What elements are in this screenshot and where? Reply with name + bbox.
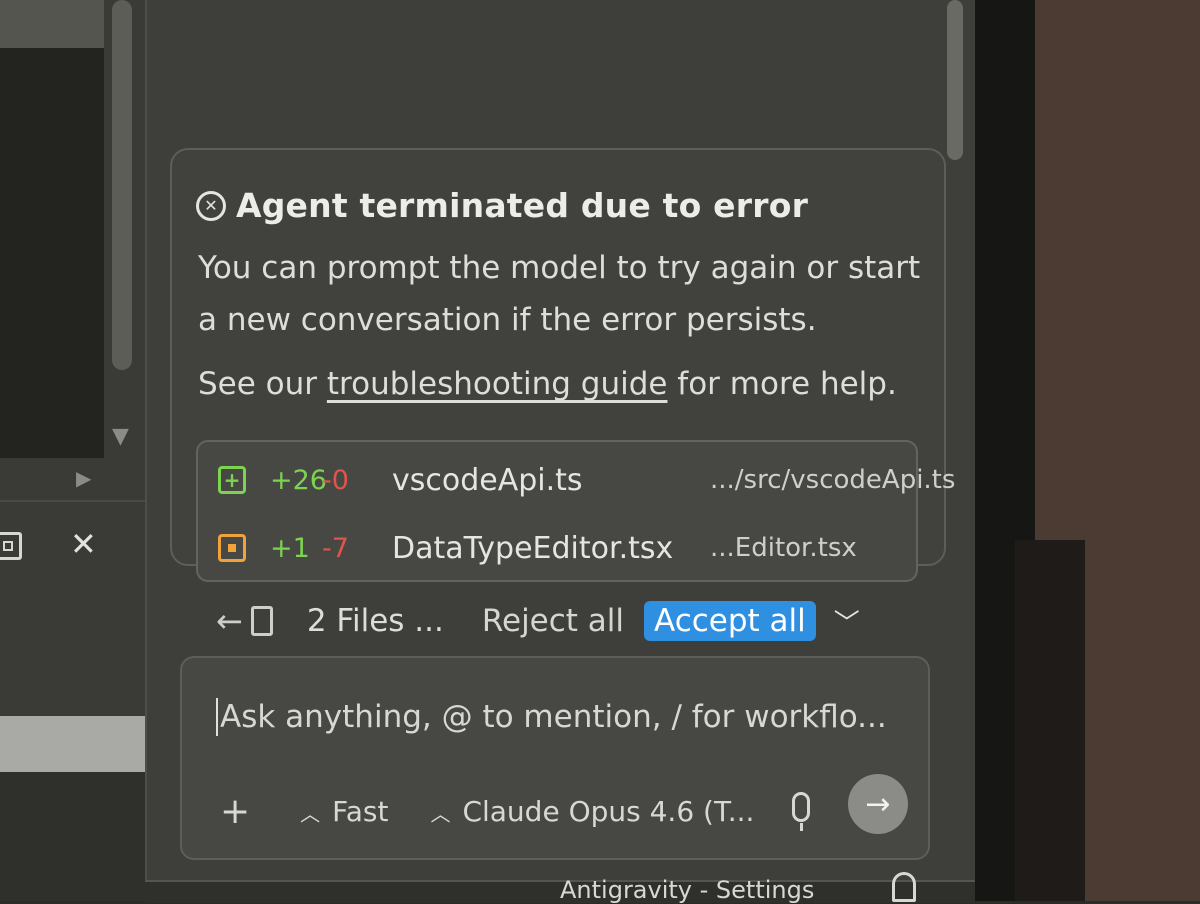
send-button[interactable]: → [848, 774, 908, 834]
selected-list-row[interactable] [0, 716, 160, 772]
scroll-down-icon[interactable]: ▼ [112, 424, 129, 449]
help-line: See our troubleshooting guide for more h… [198, 366, 897, 402]
prompt-box: + ︿ Fast ︿ Claude Opus 4.6 (T... → [180, 656, 930, 860]
file-row[interactable]: + +26 -0 vscodeApi.ts .../src/vscodeApi.… [218, 460, 955, 500]
arrow-right-icon: → [865, 786, 891, 822]
reject-all-button[interactable]: Reject all [482, 603, 624, 639]
additions-count: +26 [270, 464, 327, 496]
add-context-button[interactable]: + [220, 791, 250, 832]
prompt-toolbar: + ︿ Fast ︿ Claude Opus 4.6 (T... [220, 786, 754, 836]
background-shadow [1015, 540, 1085, 901]
mode-label: Fast [332, 794, 389, 828]
file-path: .../src/vscodeApi.ts [710, 465, 956, 495]
editor-pane: ▼ ▶ ✕ [0, 0, 160, 901]
panel-footer [0, 772, 160, 901]
divider [0, 500, 160, 502]
bell-icon[interactable] [892, 872, 916, 902]
file-name: DataTypeEditor.tsx [392, 530, 674, 566]
file-icon[interactable] [250, 606, 273, 636]
review-actions-bar: ← 2 Files ... Reject all Accept all ﹀ [216, 596, 860, 646]
chevron-up-icon: ︿ [430, 801, 451, 826]
error-circle-icon: ✕ [196, 190, 226, 221]
status-bar-title: Antigravity - Settings [560, 876, 815, 904]
file-added-icon: + [218, 466, 246, 494]
microphone-icon[interactable] [792, 792, 810, 831]
help-prefix: See our [198, 366, 327, 402]
expand-right-icon[interactable]: ▶ [76, 466, 91, 490]
editor-content [0, 48, 104, 458]
close-panel-icon[interactable]: ✕ [70, 528, 97, 560]
chevron-down-icon[interactable]: ﹀ [834, 603, 860, 640]
editor-scrollbar[interactable] [112, 0, 132, 370]
file-path: ...Editor.tsx [710, 533, 857, 563]
editor-header [0, 0, 104, 48]
prompt-input[interactable] [216, 698, 912, 736]
deletions-count: -0 [322, 464, 349, 496]
maximize-panel-icon[interactable] [0, 532, 22, 560]
model-selector[interactable]: ︿ Claude Opus 4.6 (T... [430, 795, 754, 828]
file-modified-icon [218, 534, 246, 562]
file-row[interactable]: +1 -7 DataTypeEditor.tsx ...Editor.tsx [218, 528, 857, 568]
help-suffix: for more help. [667, 366, 897, 402]
deletions-count: -7 [322, 532, 349, 564]
error-message: You can prompt the model to try again or… [198, 250, 921, 338]
error-title: Agent terminated due to error [236, 186, 809, 225]
arrow-left-icon[interactable]: ← [216, 602, 243, 640]
accept-all-button[interactable]: Accept all [644, 601, 816, 641]
chat-scrollbar[interactable] [947, 0, 963, 160]
chevron-up-icon: ︿ [300, 801, 321, 826]
error-title-row: ✕ Agent terminated due to error [196, 186, 808, 225]
mode-selector[interactable]: ︿ Fast [300, 795, 388, 828]
file-name: vscodeApi.ts [392, 462, 583, 498]
changed-files-list: + +26 -0 vscodeApi.ts .../src/vscodeApi.… [196, 440, 955, 582]
files-summary-button[interactable]: 2 Files ... [307, 603, 444, 639]
model-label: Claude Opus 4.6 (T... [462, 794, 755, 828]
troubleshooting-guide-link[interactable]: troubleshooting guide [327, 366, 668, 402]
additions-count: +1 [270, 532, 310, 564]
